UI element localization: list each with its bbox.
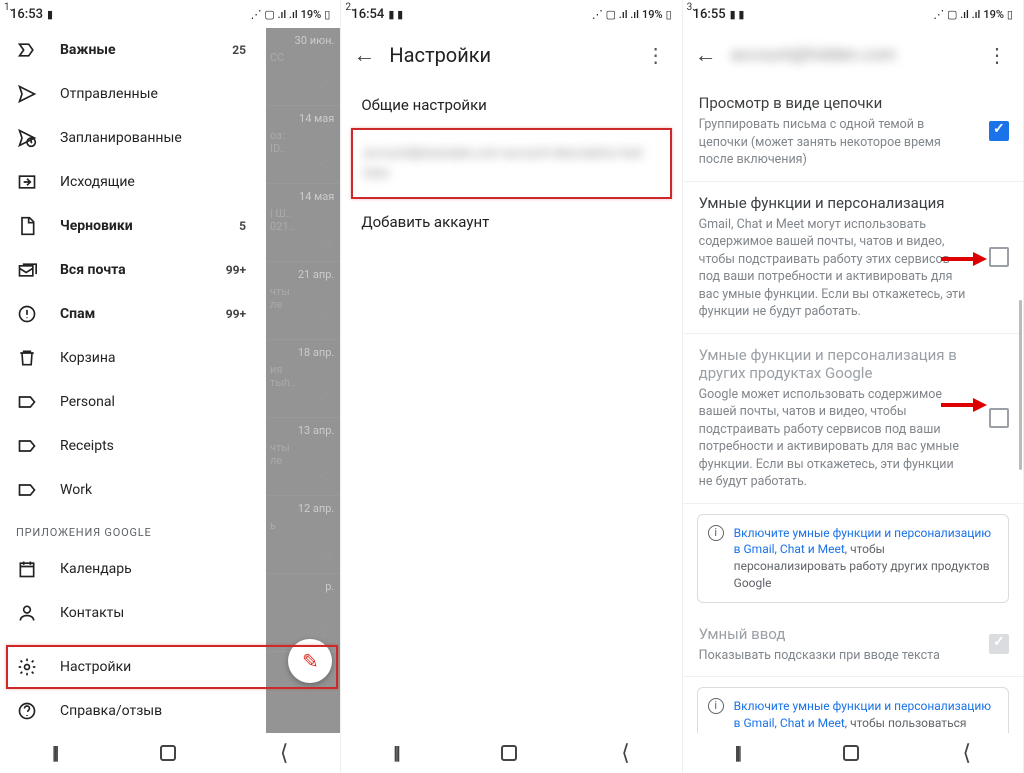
info-icon: i: [708, 698, 724, 714]
screen-2-settings: 2. 16:54▮ ▮ ⋰ ▢ .ıl .ıl19%▯ ← Настройки …: [341, 0, 682, 773]
status-bar: 16:53▮ ⋰ ▢ .ıl .ıl19%▯: [0, 0, 340, 28]
checkbox-smart-other[interactable]: [989, 408, 1009, 428]
drawer-allmail[interactable]: Вся почта 99+: [0, 248, 266, 292]
drawer-help[interactable]: Справка/отзыв: [0, 689, 266, 733]
nav-home[interactable]: [843, 745, 859, 761]
back-button[interactable]: ←: [695, 42, 731, 68]
screen-3-account: 3. 16:55▮ ▮ ⋰ ▢ .ıl .ıl19%▯ ← account@hi…: [683, 0, 1024, 773]
nav-back[interactable]: ⟨: [963, 741, 972, 766]
android-nav: ||| ⟨: [683, 733, 1023, 773]
calendar-icon: [16, 558, 38, 580]
label-icon: [16, 479, 38, 501]
scheduled-icon: [16, 127, 38, 149]
drawer-drafts[interactable]: Черновики 5: [0, 204, 266, 248]
drawer-outbox[interactable]: Исходящие: [0, 160, 266, 204]
settings-add-account[interactable]: Добавить аккаунт: [341, 199, 681, 245]
inbox-backdrop: 30 июн.CC☆ 14 маяоз:ID..☆ 14 мая| Ш..021…: [266, 28, 340, 733]
annotation-arrow-2: [941, 398, 987, 412]
drawer-scheduled[interactable]: Запланированные: [0, 116, 266, 160]
setting-conversation-view[interactable]: Просмотр в виде цепочки Группировать пис…: [683, 82, 1023, 182]
nav-home[interactable]: [501, 745, 517, 761]
drawer-important[interactable]: Важные 25: [0, 28, 266, 72]
compose-fab[interactable]: ✎: [288, 639, 332, 683]
status-bar: 16:54▮ ▮ ⋰ ▢ .ıl .ıl19%▯: [341, 0, 681, 28]
help-icon: [16, 700, 38, 722]
overflow-menu[interactable]: ⋮: [983, 43, 1011, 67]
appbar: ← Настройки ⋮: [341, 28, 681, 82]
drawer-label-receipts[interactable]: Receipts: [0, 424, 266, 468]
scrollbar[interactable]: [1019, 300, 1022, 470]
overflow-menu[interactable]: ⋮: [642, 43, 670, 67]
allmail-icon: [16, 259, 38, 281]
android-nav: ||| ⟨: [341, 733, 681, 773]
step-label: 3.: [687, 2, 695, 13]
appbar: ← account@hidden.com ⋮: [683, 28, 1023, 82]
contacts-icon: [16, 602, 38, 624]
label-icon: [16, 435, 38, 457]
settings-account[interactable]: account@example.com account description …: [351, 128, 671, 199]
important-icon: [16, 39, 38, 61]
nav-back[interactable]: ⟨: [280, 741, 289, 766]
drawer-trash[interactable]: Корзина: [0, 336, 266, 380]
drawer-label-personal[interactable]: Personal: [0, 380, 266, 424]
android-nav: ||| ⟨: [0, 733, 340, 773]
outbox-icon: [16, 171, 38, 193]
setting-smart-other[interactable]: Умные функции и персонализация в других …: [683, 334, 1023, 504]
checkbox-smart-compose[interactable]: [989, 634, 1009, 654]
drawer-spam[interactable]: Спам 99+: [0, 292, 266, 336]
sent-icon: [16, 83, 38, 105]
screen-1-drawer: 1. 16:53▮ ⋰ ▢ .ıl .ıl19%▯ 30 июн.CC☆ 14 …: [0, 0, 341, 773]
nav-recent[interactable]: |||: [735, 743, 740, 764]
drawer-sent[interactable]: Отправленные: [0, 72, 266, 116]
back-button[interactable]: ←: [353, 42, 389, 68]
setting-smart-compose[interactable]: Умный ввод Показывать подсказки при ввод…: [683, 613, 1023, 678]
label-icon: [16, 391, 38, 413]
nav-back[interactable]: ⟨: [621, 741, 630, 766]
checkbox-conversation[interactable]: [989, 121, 1009, 141]
drawer-label-work[interactable]: Work: [0, 468, 266, 512]
gear-icon: [16, 656, 38, 678]
step-label: 1.: [4, 2, 12, 13]
info-icon: i: [708, 525, 724, 541]
drawer-contacts[interactable]: Контакты: [0, 591, 266, 635]
drawer-settings[interactable]: Настройки: [0, 645, 266, 689]
info-card-smart: i Включите умные функции и персонализаци…: [697, 514, 1009, 603]
spam-icon: [16, 303, 38, 325]
checkbox-smart[interactable]: [989, 247, 1009, 267]
drawer-calendar[interactable]: Календарь: [0, 547, 266, 591]
appbar-title: Настройки: [389, 43, 641, 67]
drawer-section-apps: ПРИЛОЖЕНИЯ GOOGLE: [0, 512, 266, 547]
trash-icon: [16, 347, 38, 369]
step-label: 2.: [345, 2, 353, 13]
nav-recent[interactable]: |||: [393, 743, 398, 764]
status-bar: 16:55▮ ▮ ⋰ ▢ .ıl .ıl19%▯: [683, 0, 1023, 28]
settings-general[interactable]: Общие настройки: [341, 82, 681, 128]
drafts-icon: [16, 215, 38, 237]
nav-recent[interactable]: |||: [52, 743, 57, 764]
account-email-title: account@hidden.com: [731, 45, 983, 65]
nav-drawer: Важные 25 Отправленные Запланированные И…: [0, 28, 266, 733]
annotation-arrow-1: [941, 252, 987, 266]
nav-home[interactable]: [160, 745, 176, 761]
